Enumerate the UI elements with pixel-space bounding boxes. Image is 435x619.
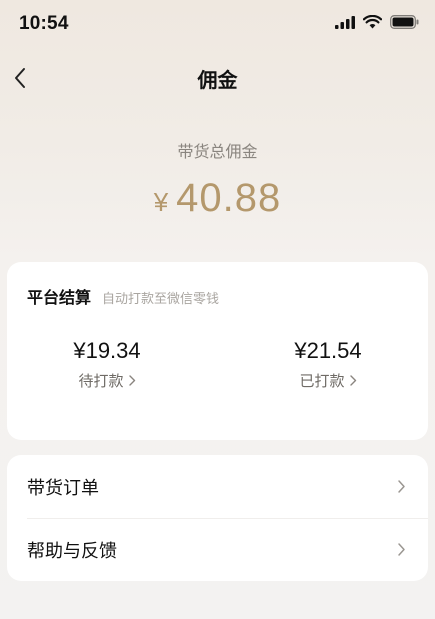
total-commission-label: 带货总佣金 <box>177 142 258 161</box>
settlement-header: 平台结算 自动打款至微信零钱 <box>27 284 219 308</box>
settlement-subtitle: 自动打款至微信零钱 <box>102 292 220 307</box>
commission-summary: 带货总佣金 ¥ 40.88 <box>0 138 435 221</box>
menu-item-label: 带货订单 <box>27 477 99 499</box>
status-icons <box>335 15 419 29</box>
pending-payment[interactable]: ¥19.34 待打款 <box>27 338 187 391</box>
signal-icon <box>335 15 355 29</box>
currency-symbol: ¥ <box>153 187 169 217</box>
chevron-right-icon <box>398 543 405 556</box>
menu-item-label: 帮助与反馈 <box>27 540 117 562</box>
platform-settlement-card: 平台结算 自动打款至微信零钱 ¥19.34 待打款 ¥21.54 已打款 <box>7 262 428 440</box>
menu-item-orders[interactable]: 带货订单 <box>7 455 428 518</box>
paid-link: 已打款 <box>299 370 356 391</box>
settlement-title: 平台结算 <box>27 288 92 307</box>
wifi-icon <box>363 15 382 29</box>
total-commission-amount: ¥ 40.88 <box>0 176 435 221</box>
paid-payment[interactable]: ¥21.54 已打款 <box>248 338 408 391</box>
status-time: 10:54 <box>19 13 69 34</box>
chevron-right-icon <box>128 375 135 386</box>
chevron-right-icon <box>398 480 405 493</box>
paid-amount: ¥21.54 <box>294 338 362 363</box>
pending-label: 待打款 <box>78 372 124 390</box>
menu-card: 带货订单 帮助与反馈 <box>7 455 428 581</box>
menu-item-help-feedback[interactable]: 帮助与反馈 <box>7 518 428 581</box>
paid-label: 已打款 <box>299 372 345 390</box>
page-title: 佣金 <box>197 68 238 92</box>
status-bar: 10:54 <box>0 0 435 50</box>
pending-link: 待打款 <box>78 370 135 391</box>
total-commission-value: 40.88 <box>176 176 282 220</box>
chevron-right-icon <box>349 375 356 386</box>
pending-amount: ¥19.34 <box>73 338 141 363</box>
battery-icon <box>390 15 419 29</box>
nav-bar: 佣金 <box>0 56 435 100</box>
